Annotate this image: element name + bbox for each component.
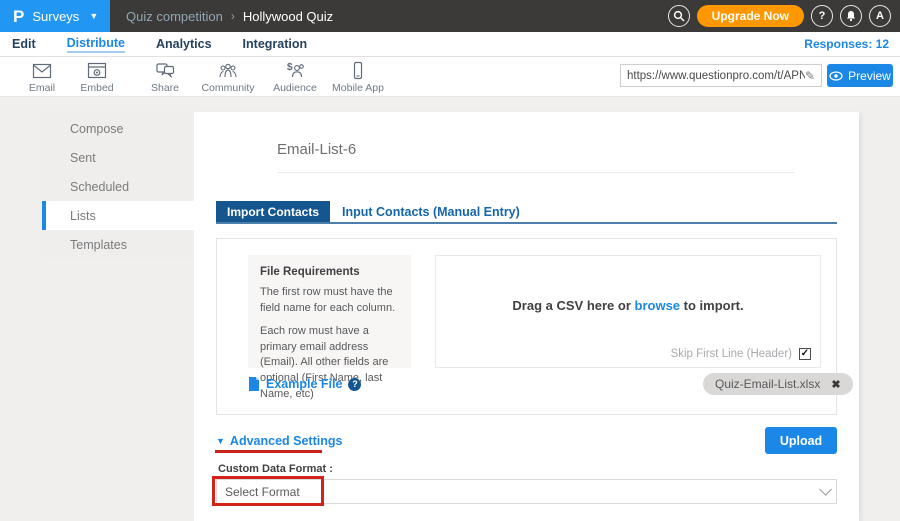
breadcrumb-current: Hollywood Quiz <box>243 9 333 24</box>
file-requirements-box: File Requirements The first row must hav… <box>248 255 411 368</box>
mobile-app-icon <box>347 61 369 81</box>
toolbar-item-community[interactable]: Community <box>196 61 260 94</box>
breadcrumb-parent[interactable]: Quiz competition <box>126 9 223 24</box>
avatar[interactable]: A <box>869 5 891 27</box>
dropzone-text: Drag a CSV here or browse to import. <box>436 298 820 313</box>
toolbar-item-label: Community <box>201 82 254 94</box>
custom-data-format-label: Custom Data Format : <box>218 463 333 475</box>
select-format-dropdown[interactable]: Select Format <box>216 479 837 504</box>
toolbar-item-label: Audience <box>273 82 317 94</box>
notifications-button[interactable] <box>840 5 862 27</box>
search-icon <box>673 10 685 22</box>
caret-down-icon: ▼ <box>216 436 225 446</box>
toolbar-item-share[interactable]: Share <box>133 61 197 94</box>
community-icon <box>217 61 239 81</box>
survey-url-input[interactable] <box>627 70 805 82</box>
embed-icon <box>86 61 108 81</box>
caret-down-icon: ▼ <box>89 11 98 21</box>
tab-distribute[interactable]: Distribute <box>67 36 125 53</box>
questionpro-logo: P <box>13 8 24 25</box>
audience-icon: $ <box>284 61 306 81</box>
help-icon[interactable]: ? <box>348 378 361 391</box>
distribute-toolbar: Email Embed Share Community $ Audience M… <box>0 57 900 97</box>
responses-count[interactable]: Responses: 12 <box>804 37 889 51</box>
sidebar-item-sent[interactable]: Sent <box>42 143 194 172</box>
survey-nav: Edit Distribute Analytics Integration Re… <box>0 32 900 57</box>
toolbar-item-label: Email <box>29 82 55 94</box>
preview-button[interactable]: Preview <box>827 64 893 87</box>
contacts-tabs: Import Contacts Input Contacts (Manual E… <box>216 201 837 224</box>
edit-url-icon[interactable]: ✎ <box>805 69 815 83</box>
tab-input-contacts-manual[interactable]: Input Contacts (Manual Entry) <box>330 201 532 222</box>
tab-analytics[interactable]: Analytics <box>156 37 212 51</box>
advanced-settings-label: Advanced Settings <box>230 434 343 448</box>
file-requirements-text-1: The first row must have the field name f… <box>260 285 399 316</box>
toolbar-item-embed[interactable]: Embed <box>65 61 129 94</box>
uploaded-file-chip: Quiz-Email-List.xlsx ✖ <box>703 373 853 395</box>
app-switcher[interactable]: P Surveys ▼ <box>0 0 110 32</box>
tab-edit[interactable]: Edit <box>12 37 36 51</box>
sidebar-item-templates[interactable]: Templates <box>42 230 194 259</box>
toolbar-item-label: Mobile App <box>332 82 384 94</box>
sidebar-item-label: Compose <box>70 122 124 136</box>
upload-button[interactable]: Upload <box>765 427 837 454</box>
toolbar-item-label: Share <box>151 82 179 94</box>
remove-file-icon[interactable]: ✖ <box>831 378 840 391</box>
skip-first-line-label: Skip First Line (Header) <box>671 348 792 360</box>
document-icon <box>248 377 260 391</box>
toolbar-item-audience[interactable]: $ Audience <box>263 61 327 94</box>
example-file-link[interactable]: Example File <box>266 377 342 391</box>
search-button[interactable] <box>668 5 690 27</box>
sidebar-item-label: Lists <box>70 209 96 223</box>
svg-text:$: $ <box>287 62 293 73</box>
app-menu-label: Surveys <box>32 9 79 24</box>
breadcrumb-separator: › <box>231 9 235 23</box>
preview-label: Preview <box>848 69 891 83</box>
advanced-settings-toggle[interactable]: ▼ Advanced Settings <box>216 434 342 448</box>
bell-icon <box>845 10 857 22</box>
tab-integration[interactable]: Integration <box>243 37 308 51</box>
select-format-value: Select Format <box>225 485 819 499</box>
annotation-red-underline <box>215 450 322 453</box>
toolbar-item-mobile-app[interactable]: Mobile App <box>326 61 390 94</box>
eye-icon <box>829 71 843 81</box>
upgrade-now-button[interactable]: Upgrade Now <box>697 5 804 27</box>
dropzone-text-pre: Drag a CSV here or <box>512 298 634 313</box>
skip-first-line-checkbox[interactable] <box>799 348 811 360</box>
tab-import-contacts[interactable]: Import Contacts <box>216 201 330 222</box>
uploaded-file-name: Quiz-Email-List.xlsx <box>715 377 820 391</box>
skip-first-line-row: Skip First Line (Header) <box>671 348 811 360</box>
email-icon <box>31 61 53 81</box>
sidebar-item-lists[interactable]: Lists <box>42 201 194 230</box>
file-requirements-title: File Requirements <box>260 266 399 278</box>
chevron-down-icon <box>819 483 832 496</box>
sidebar-item-compose[interactable]: Compose <box>42 114 194 143</box>
breadcrumb: Quiz competition › Hollywood Quiz <box>126 9 333 24</box>
csv-dropzone[interactable]: Drag a CSV here or browse to import. Ski… <box>435 255 821 368</box>
dropzone-text-post: to import. <box>680 298 744 313</box>
share-icon <box>154 61 176 81</box>
sidebar-item-scheduled[interactable]: Scheduled <box>42 172 194 201</box>
top-bar: P Surveys ▼ Quiz competition › Hollywood… <box>0 0 900 32</box>
sidebar-item-label: Sent <box>70 151 96 165</box>
example-file-row: Example File ? <box>248 377 361 391</box>
sidebar-item-label: Scheduled <box>70 180 129 194</box>
sidebar-item-label: Templates <box>70 238 127 252</box>
toolbar-item-label: Embed <box>80 82 113 94</box>
help-button[interactable]: ? <box>811 5 833 27</box>
list-name-field[interactable]: Email-List-6 <box>277 141 795 173</box>
survey-url-field: ✎ <box>620 64 822 87</box>
browse-link[interactable]: browse <box>635 298 681 313</box>
